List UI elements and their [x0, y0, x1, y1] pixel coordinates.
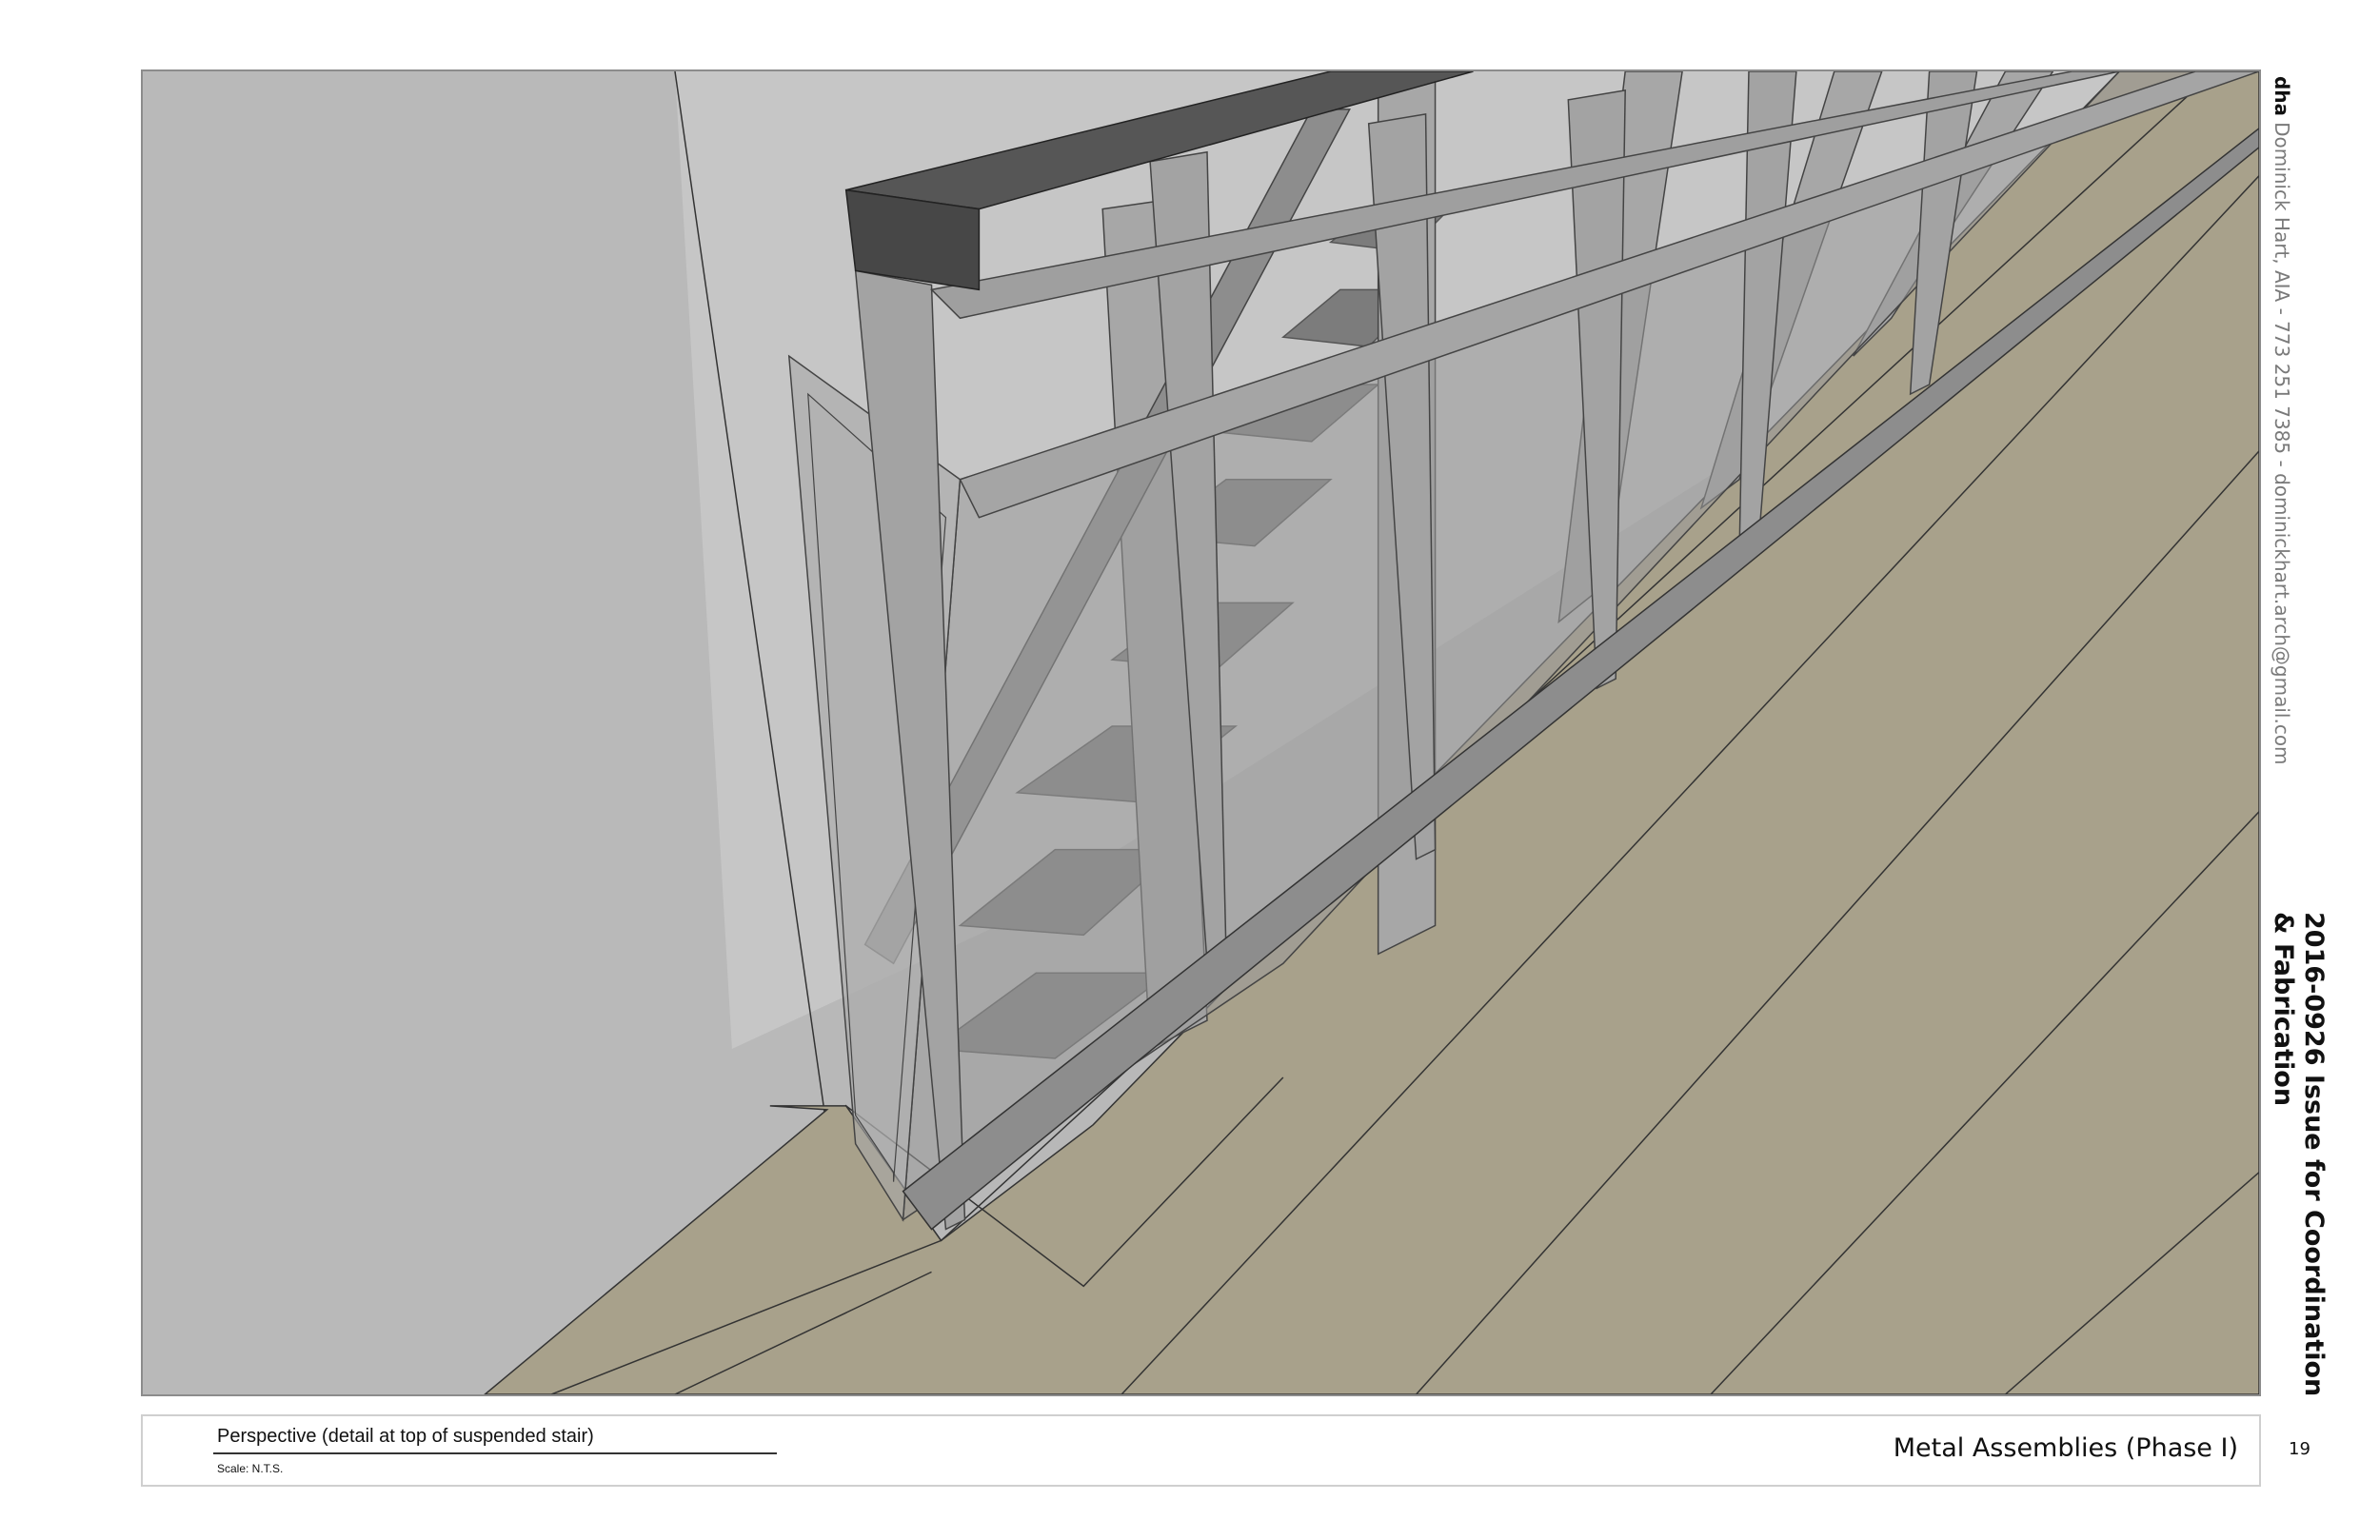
perspective-render	[143, 71, 2259, 1394]
drawing-sheet: Perspective (detail at top of suspended …	[0, 0, 2380, 1540]
firm-info: dha Dominick Hart, AIA - 773 251 7385 - d…	[2271, 76, 2293, 765]
issue-title: 2016-0926 Issue for Coordination & Fabri…	[2269, 912, 2329, 1397]
sheet-name: Metal Assemblies (Phase I)	[1893, 1433, 2238, 1463]
sheet-number: 19	[2289, 1439, 2311, 1459]
scale-label: Scale: N.T.S.	[217, 1462, 284, 1475]
firm-contact: Dominick Hart, AIA - 773 251 7385 - domi…	[2271, 122, 2293, 765]
firm-logo: dha	[2271, 76, 2293, 117]
title-block: Perspective (detail at top of suspended …	[141, 1414, 2261, 1487]
perspective-drawing	[141, 69, 2261, 1396]
view-title: Perspective (detail at top of suspended …	[217, 1426, 594, 1447]
view-title-underline	[213, 1452, 777, 1454]
